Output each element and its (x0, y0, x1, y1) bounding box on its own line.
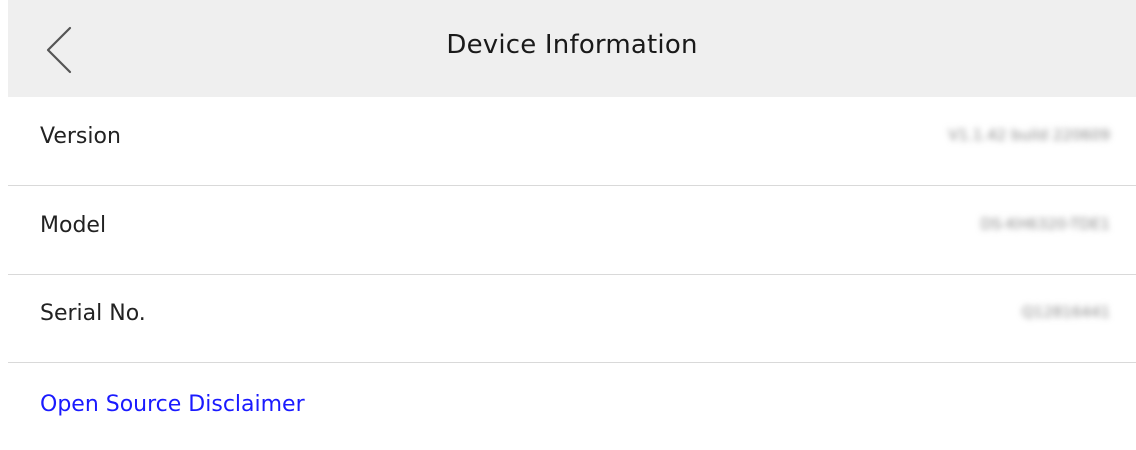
serial-value: Q12816441 (1021, 303, 1110, 321)
info-row-version: Version V1.1.42 build 220609 (8, 97, 1136, 186)
header-bar: Device Information (8, 0, 1136, 97)
open-source-disclaimer-link[interactable]: Open Source Disclaimer (40, 392, 305, 417)
model-label: Model (40, 213, 107, 238)
info-row-model: Model DS-KH6320-TDE1 (8, 186, 1136, 275)
serial-label: Serial No. (40, 301, 146, 326)
version-label: Version (40, 124, 121, 149)
page-title: Device Information (446, 30, 698, 60)
version-value: V1.1.42 build 220609 (948, 126, 1110, 144)
device-information-screen: Device Information Version V1.1.42 build… (0, 0, 1136, 450)
model-value: DS-KH6320-TDE1 (980, 215, 1110, 233)
disclaimer-row: Open Source Disclaimer (8, 362, 1136, 450)
info-row-serial: Serial No. Q12816441 (8, 274, 1136, 363)
